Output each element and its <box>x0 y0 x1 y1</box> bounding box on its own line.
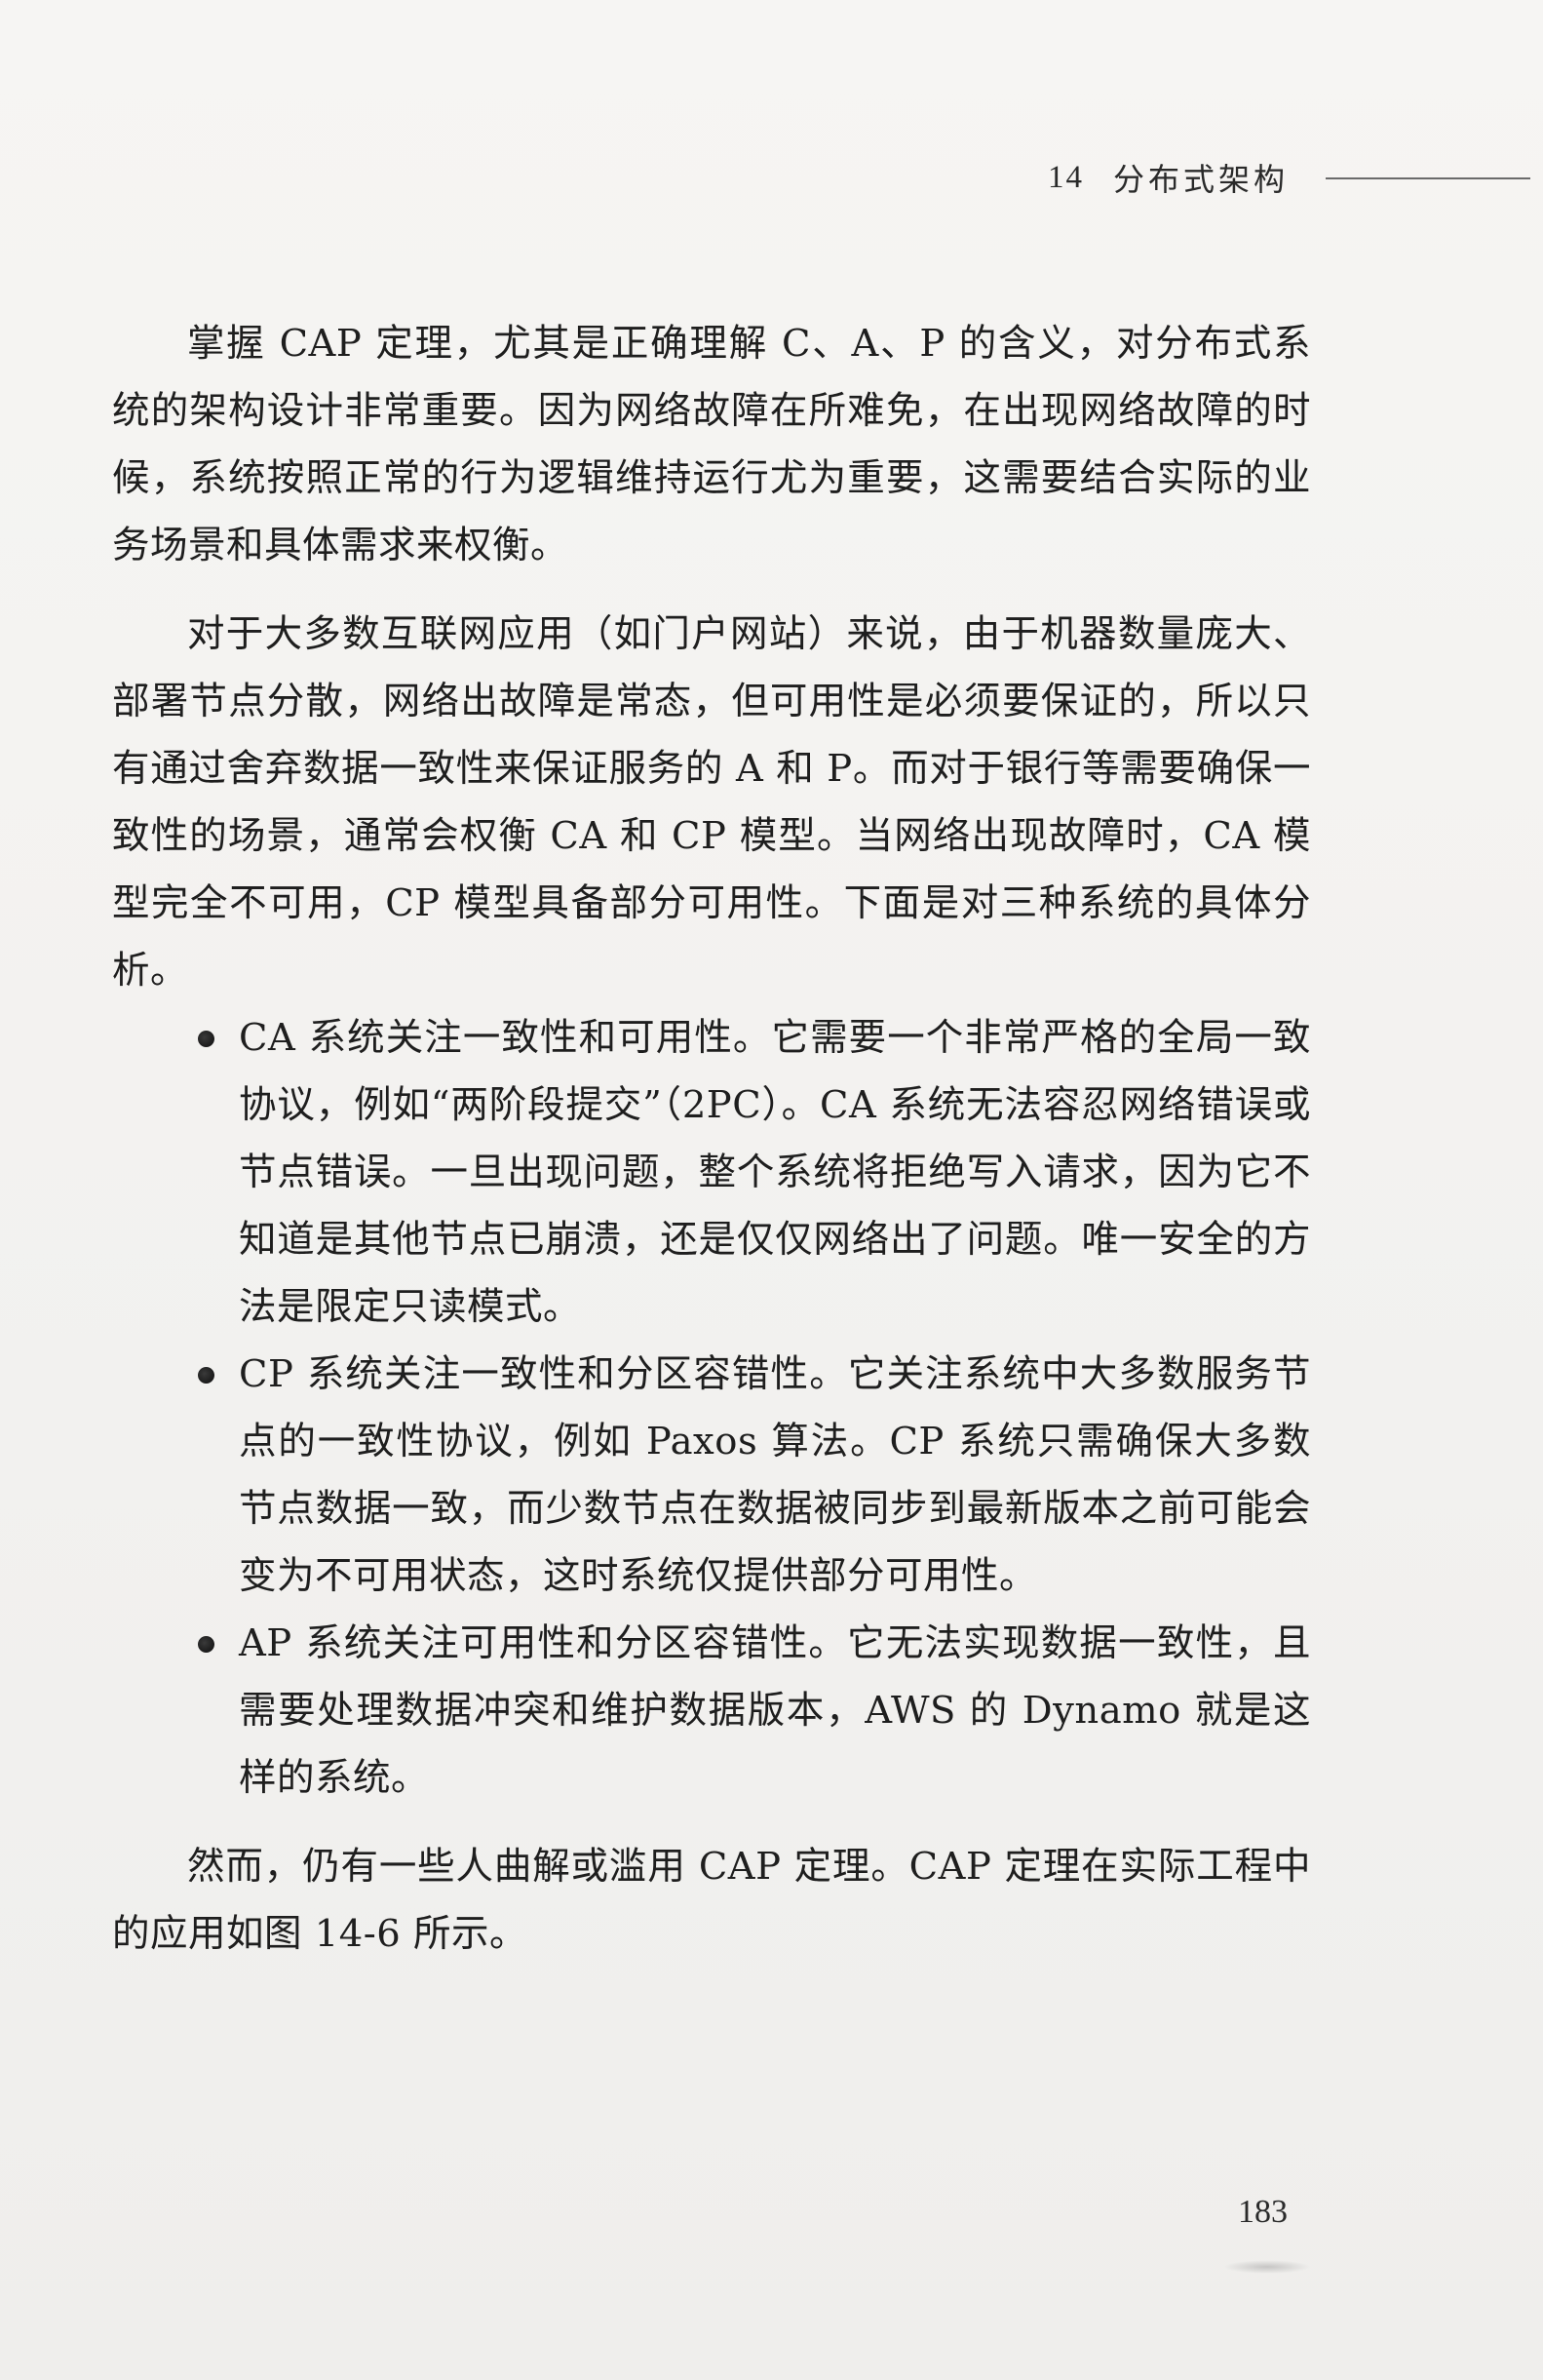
list-item-text: AP 系统关注可用性和分区容错性。它无法实现数据一致性，且需要处理数据冲突和维护… <box>239 1621 1311 1800</box>
list-item-text: CA 系统关注一致性和可用性。它需要一个非常严格的全局一致协议，例如“两阶段提交… <box>239 1016 1311 1329</box>
chapter-title: 分布式架构 <box>1113 161 1290 198</box>
running-head: 14 分布式架构 <box>1048 156 1289 199</box>
body-text: 掌握 CAP 定理，尤其是正确理解 C、A、P 的含义，对分布式系统的架构设计非… <box>112 310 1311 1968</box>
bullet-dot-icon <box>198 1031 214 1047</box>
list-item-cp: CP 系统关注一致性和分区容错性。它关注系统中大多数服务节点的一致性协议，例如 … <box>112 1341 1311 1610</box>
paragraph-internet-apps: 对于大多数互联网应用（如门户网站）来说，由于机器数量庞大、部署节点分散，网络出故… <box>112 612 1311 993</box>
page-number: 183 <box>1238 2194 1288 2230</box>
list-item-ca: CA 系统关注一致性和可用性。它需要一个非常严格的全局一致协议，例如“两阶段提交… <box>112 1004 1311 1341</box>
page-shadow <box>1223 2260 1311 2274</box>
chapter-number: 14 <box>1048 159 1084 195</box>
paragraph-closing: 然而，仍有一些人曲解或滥用 CAP 定理。CAP 定理在实际工程中的应用如图 1… <box>112 1845 1311 1956</box>
system-types-list: CA 系统关注一致性和可用性。它需要一个非常严格的全局一致协议，例如“两阶段提交… <box>112 1004 1311 1812</box>
header-rule <box>1326 177 1530 179</box>
book-page: 14 分布式架构 掌握 CAP 定理，尤其是正确理解 C、A、P 的含义，对分布… <box>0 0 1543 2380</box>
bullet-dot-icon <box>198 1636 214 1653</box>
list-item-text: CP 系统关注一致性和分区容错性。它关注系统中大多数服务节点的一致性协议，例如 … <box>239 1352 1311 1598</box>
list-item-ap: AP 系统关注可用性和分区容错性。它无法实现数据一致性，且需要处理数据冲突和维护… <box>112 1610 1311 1812</box>
bullet-dot-icon <box>198 1367 214 1384</box>
paragraph-cap-importance: 掌握 CAP 定理，尤其是正确理解 C、A、P 的含义，对分布式系统的架构设计非… <box>112 322 1311 567</box>
